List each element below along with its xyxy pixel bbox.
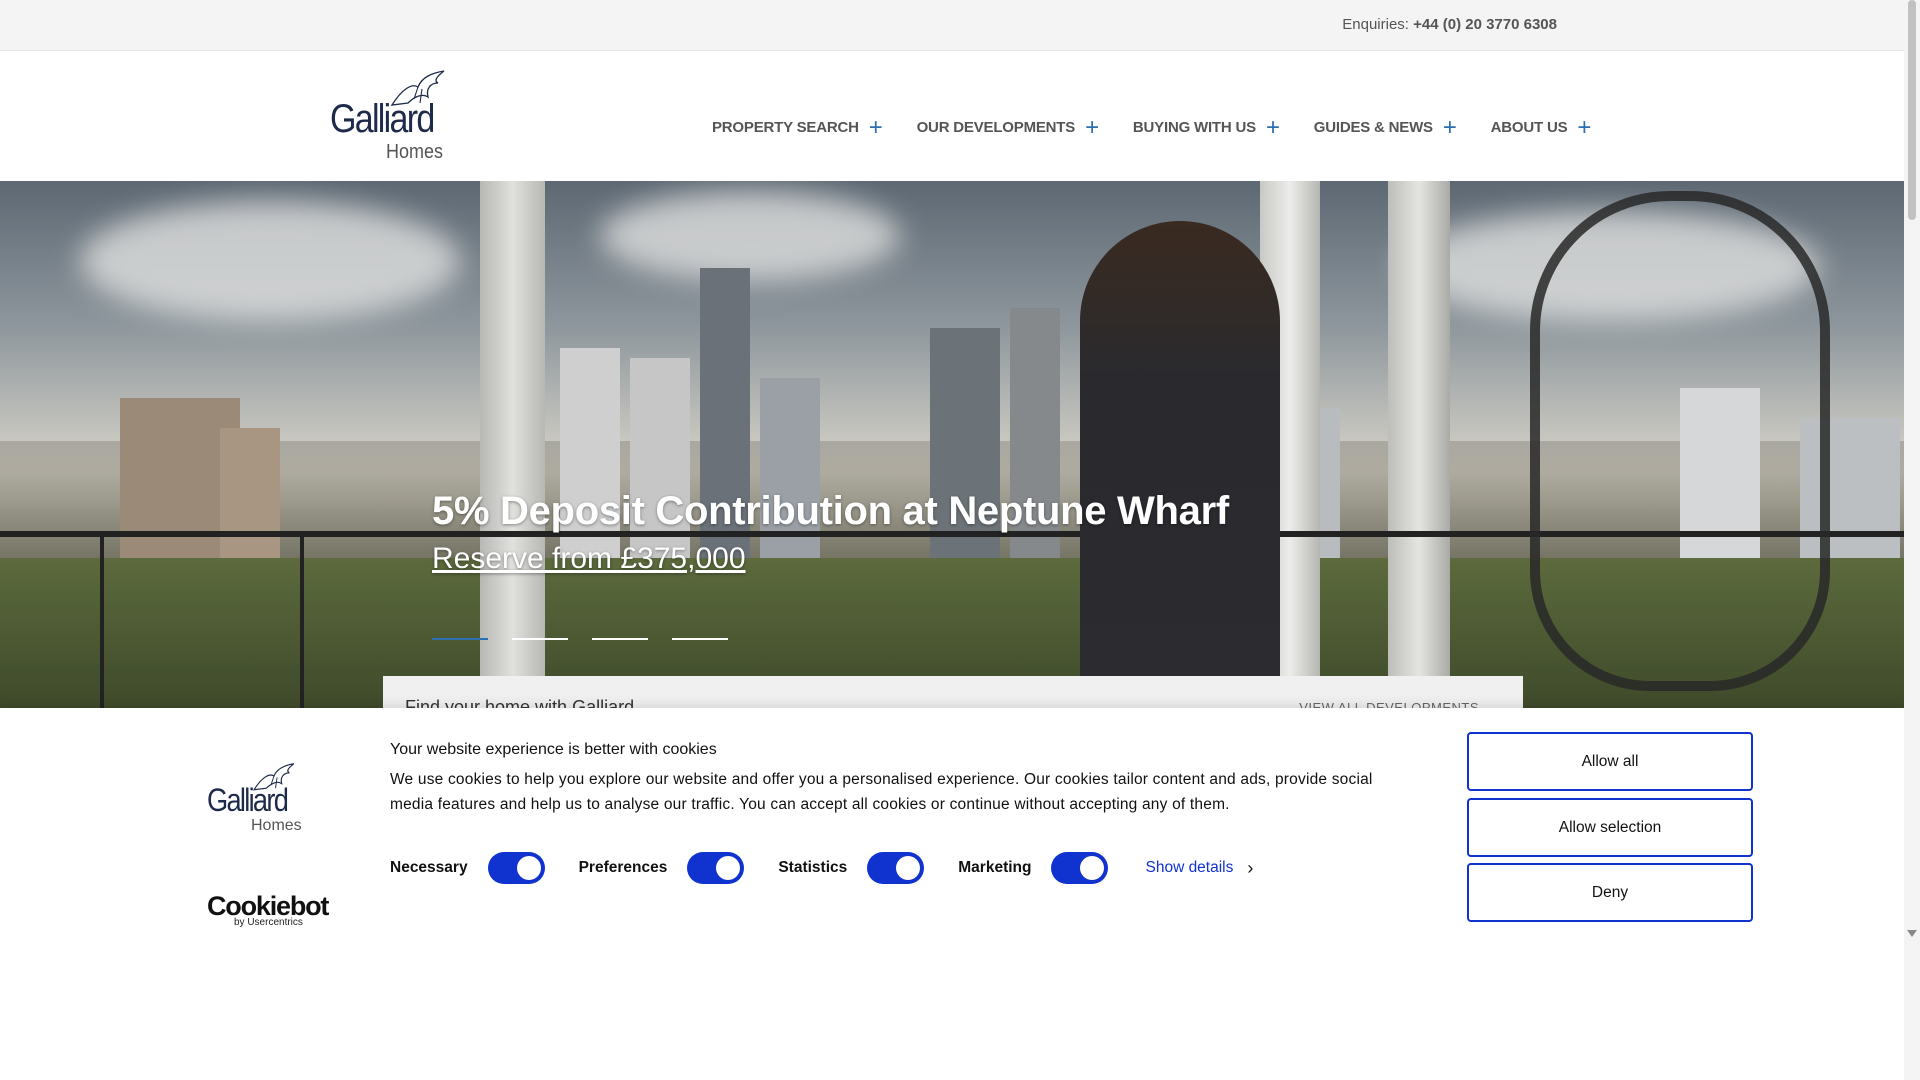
- nav-item-about-us[interactable]: ABOUT US +: [1490, 116, 1592, 140]
- cookie-title: Your website experience is better with c…: [390, 741, 717, 758]
- toggle-label: Statistics: [778, 859, 848, 876]
- slider-indicators: [432, 638, 728, 640]
- enquiries-phone-link[interactable]: +44 (0) 20 3770 6308: [1413, 16, 1557, 33]
- show-details-label: Show details: [1145, 859, 1234, 876]
- nav-item-label: ABOUT US: [1490, 119, 1568, 136]
- plus-icon[interactable]: +: [1266, 116, 1280, 140]
- marketing-switch[interactable]: [1051, 852, 1109, 884]
- scroll-down-arrow-icon[interactable]: [1907, 930, 1917, 937]
- toggle-necessary: Necessary: [390, 852, 579, 884]
- chevron-right-icon: ›: [1247, 857, 1254, 878]
- nav-item-label: PROPERTY SEARCH: [712, 119, 859, 136]
- logo-subword: Homes: [251, 817, 302, 834]
- nav-item-label: OUR DEVELOPMENTS: [916, 119, 1076, 136]
- hero-cta-link[interactable]: Reserve from £375,000: [432, 542, 746, 576]
- cookie-banner: Galliard Homes Cookiebot by Usercentrics…: [0, 708, 1904, 1080]
- hero-title: 5% Deposit Contribution at Neptune Wharf: [432, 489, 1229, 533]
- page-scrollbar[interactable]: [1904, 0, 1920, 1080]
- hanging-chair: [1530, 191, 1830, 691]
- site-header: Galliard Homes PROPERTY SEARCH + OUR DEV…: [0, 51, 1904, 181]
- toggle-label: Marketing: [958, 859, 1032, 876]
- slide-indicator-4[interactable]: [672, 638, 728, 640]
- enquiries: Enquiries: +44 (0) 20 3770 6308: [1342, 16, 1557, 33]
- toggle-marketing: Marketing: [958, 852, 1142, 884]
- main-nav: PROPERTY SEARCH + OUR DEVELOPMENTS + BUY…: [712, 116, 1625, 140]
- railing-post: [300, 531, 304, 708]
- logo-subword: Homes: [386, 141, 444, 163]
- plus-icon[interactable]: +: [869, 116, 883, 140]
- galliard-logo[interactable]: Galliard Homes: [330, 69, 460, 165]
- nav-item-property-search[interactable]: PROPERTY SEARCH +: [712, 116, 883, 140]
- plus-icon[interactable]: +: [1085, 116, 1099, 140]
- toggle-preferences: Preferences: [579, 852, 779, 884]
- find-home-bar: Find your home with Galliard VIEW ALL DE…: [383, 676, 1523, 717]
- hero-banner: 5% Deposit Contribution at Neptune Wharf…: [0, 181, 1904, 708]
- cookiebot-logo[interactable]: Cookiebot by Usercentrics: [207, 891, 329, 928]
- toggle-label: Preferences: [578, 859, 668, 876]
- plus-icon[interactable]: +: [1577, 116, 1591, 140]
- top-bar: Enquiries: +44 (0) 20 3770 6308: [0, 0, 1904, 51]
- window-frame: [1388, 181, 1450, 708]
- nav-item-buying-with-us[interactable]: BUYING WITH US +: [1132, 116, 1280, 140]
- statistics-switch[interactable]: [867, 852, 925, 884]
- preferences-switch[interactable]: [687, 852, 745, 884]
- scrollbar-thumb[interactable]: [1908, 0, 1916, 220]
- necessary-switch[interactable]: [487, 852, 545, 884]
- hero-person: [1080, 221, 1280, 708]
- window-frame: [480, 181, 545, 708]
- hero-cloud: [600, 191, 900, 281]
- allow-selection-button[interactable]: Allow selection: [1467, 798, 1753, 857]
- railing-post: [100, 531, 104, 708]
- toggle-label: Necessary: [390, 859, 468, 876]
- hero-cloud: [80, 201, 460, 321]
- nav-item-label: BUYING WITH US: [1132, 119, 1256, 136]
- nav-item-our-developments[interactable]: OUR DEVELOPMENTS +: [916, 116, 1100, 140]
- cookie-brand-logo: Galliard Homes: [207, 762, 317, 842]
- show-details-link[interactable]: Show details ›: [1145, 858, 1253, 879]
- logo-wordmark: Galliard: [207, 782, 289, 818]
- plus-icon[interactable]: +: [1443, 116, 1457, 140]
- cookie-consent-toggles: Necessary Preferences Statistics Marketi…: [390, 852, 1253, 884]
- allow-all-button[interactable]: Allow all: [1467, 732, 1753, 791]
- toggle-statistics: Statistics: [778, 852, 958, 884]
- enquiries-label: Enquiries:: [1342, 16, 1409, 33]
- deny-button[interactable]: Deny: [1467, 863, 1753, 922]
- nav-item-guides-news[interactable]: GUIDES & NEWS +: [1313, 116, 1457, 140]
- slide-indicator-1[interactable]: [432, 638, 488, 640]
- cookie-description: We use cookies to help you explore our w…: [390, 771, 1373, 813]
- logo-wordmark: Galliard: [330, 97, 435, 141]
- slide-indicator-3[interactable]: [592, 638, 648, 640]
- nav-item-label: GUIDES & NEWS: [1313, 119, 1433, 136]
- slide-indicator-2[interactable]: [512, 638, 568, 640]
